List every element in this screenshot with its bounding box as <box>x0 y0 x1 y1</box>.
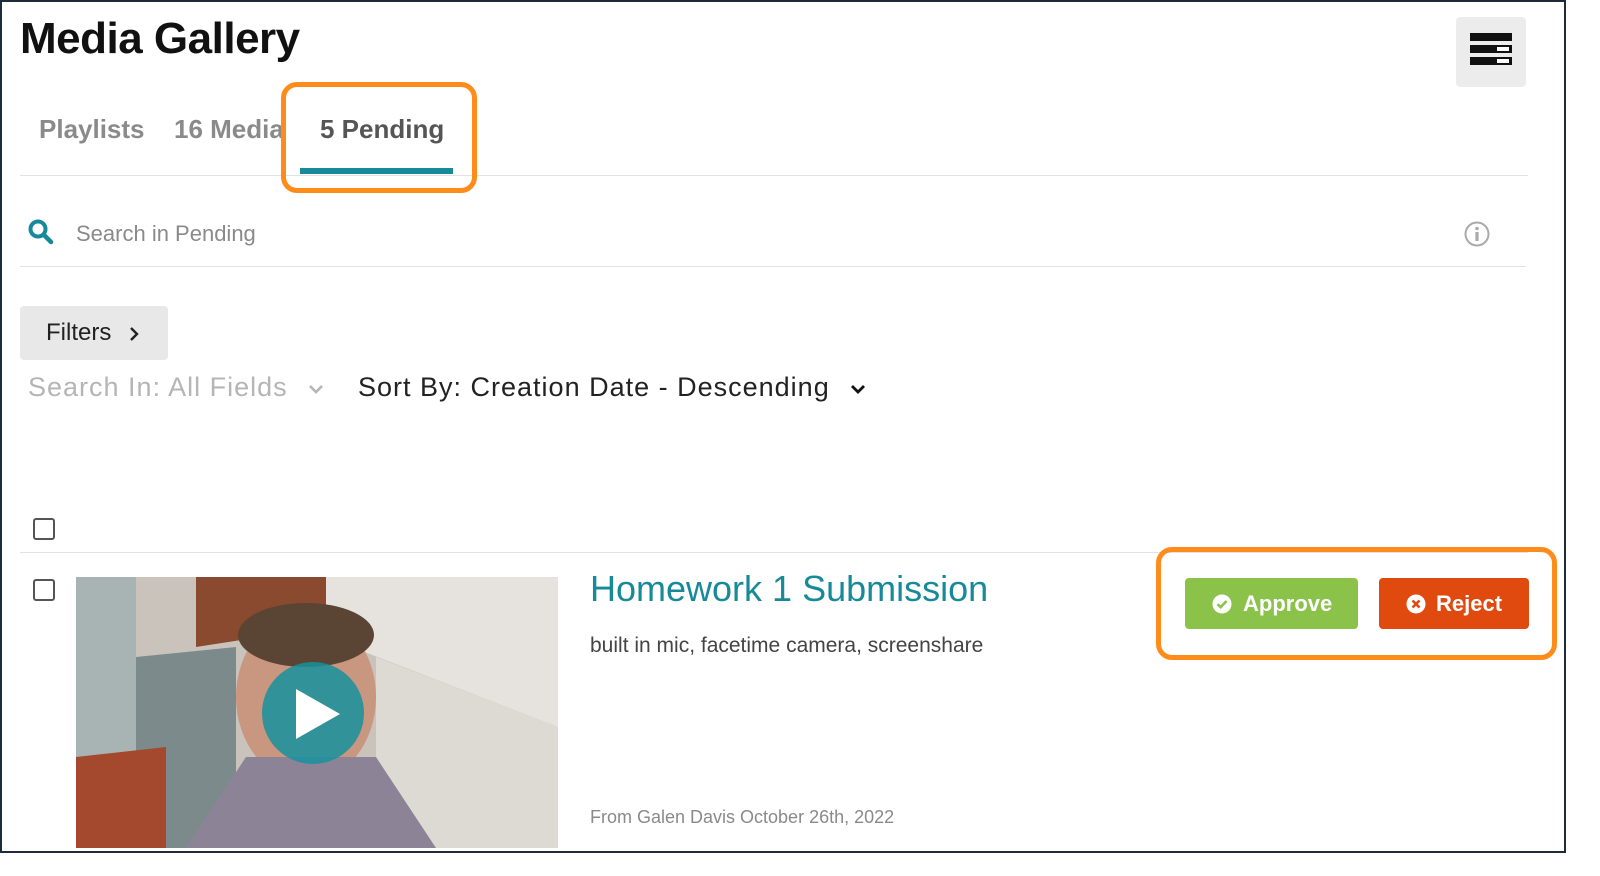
entry-title-link[interactable]: Homework 1 Submission <box>590 568 988 610</box>
info-icon[interactable] <box>1463 220 1491 248</box>
filters-button[interactable]: Filters <box>20 306 168 360</box>
search-input[interactable] <box>76 218 1376 250</box>
search-in-label: Search In: All Fields <box>28 372 288 402</box>
search-in-dropdown[interactable]: Search In: All Fields <box>28 372 324 403</box>
select-all-checkbox[interactable] <box>33 518 55 540</box>
menu-icon <box>1470 33 1512 69</box>
video-thumbnail[interactable] <box>76 577 558 848</box>
tab-media[interactable]: 16 Media <box>174 114 284 145</box>
page-title: Media Gallery <box>20 14 300 64</box>
tab-bar: Playlists 16 Media 5 Pending <box>20 102 1528 176</box>
sort-by-dropdown[interactable]: Sort By: Creation Date - Descending <box>358 372 866 403</box>
search-bar <box>20 176 1526 267</box>
search-icon[interactable] <box>28 219 54 245</box>
tab-playlists[interactable]: Playlists <box>39 114 145 145</box>
entry-checkbox[interactable] <box>33 579 55 601</box>
media-gallery-page: Media Gallery Playlists 16 Media 5 Pendi… <box>0 0 1566 853</box>
filters-label: Filters <box>46 319 111 346</box>
entry-meta: From Galen Davis October 26th, 2022 <box>590 807 894 828</box>
chevron-right-icon <box>129 326 139 342</box>
entry-description: built in mic, facetime camera, screensha… <box>590 634 983 658</box>
chevron-down-icon <box>850 384 866 394</box>
chevron-down-icon <box>308 384 324 394</box>
sort-by-label: Sort By: Creation Date - Descending <box>358 372 830 402</box>
actions-highlight <box>1156 547 1557 660</box>
play-icon[interactable] <box>292 687 342 741</box>
menu-button[interactable] <box>1456 17 1526 87</box>
